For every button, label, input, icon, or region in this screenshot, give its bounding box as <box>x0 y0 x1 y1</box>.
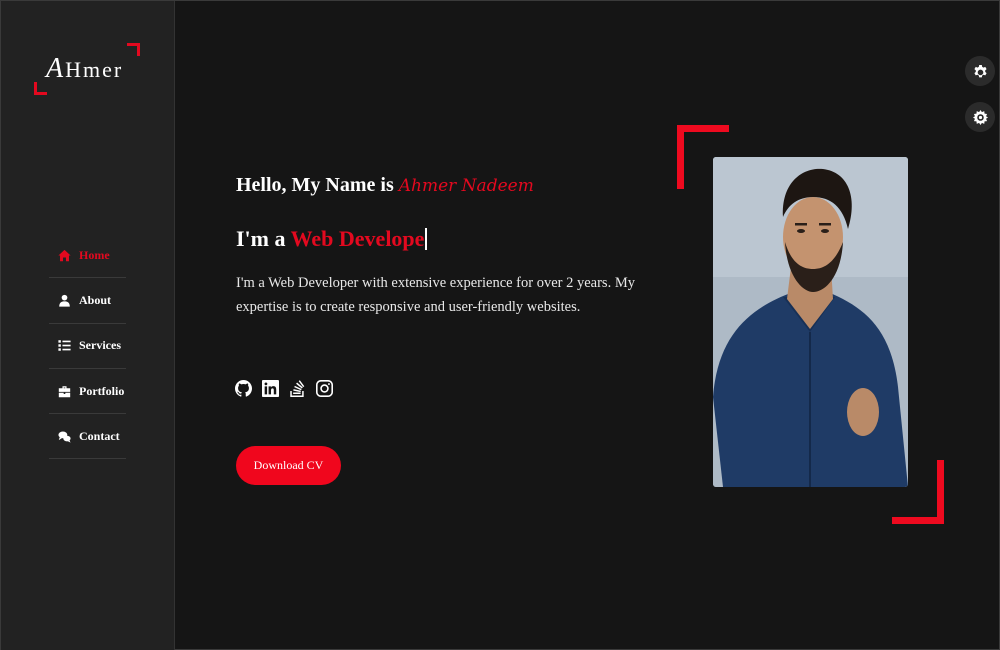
github-icon[interactable] <box>235 380 252 397</box>
nav-item-home[interactable]: Home <box>49 233 126 279</box>
list-icon <box>57 339 71 353</box>
nav-label-about: About <box>79 292 112 307</box>
nav-item-about[interactable]: About <box>49 278 126 324</box>
download-cv-button[interactable]: Download CV <box>236 446 341 485</box>
logo-corner-top-right <box>127 43 140 56</box>
logo-text: AHmer <box>46 53 124 84</box>
social-links <box>235 380 333 397</box>
logo[interactable]: AHmer <box>34 43 140 95</box>
nav-label-portfolio: Portfolio <box>79 383 125 398</box>
hero-name: Ahmer Nadeem <box>398 176 534 196</box>
instagram-icon[interactable] <box>316 380 333 397</box>
hero-role: I'm a Web Develope <box>236 226 428 252</box>
sidebar: AHmer Home About Services Portfolio Cont… <box>1 1 175 650</box>
settings-gear-icon[interactable] <box>965 56 995 86</box>
briefcase-icon <box>57 384 71 398</box>
stackoverflow-icon[interactable] <box>289 380 306 397</box>
hero-role-typed: Web Develope <box>290 226 425 251</box>
nav-label-contact: Contact <box>79 428 120 443</box>
nav-label-services: Services <box>79 338 121 353</box>
comments-icon <box>57 429 71 443</box>
home-icon <box>57 248 71 262</box>
nav-label-home: Home <box>79 247 110 262</box>
user-icon <box>57 293 71 307</box>
hero-bio: I'm a Web Developer with extensive exper… <box>236 275 635 315</box>
typing-cursor <box>425 228 428 250</box>
profile-photo <box>713 157 908 487</box>
hero-greeting: Hello, My Name is Ahmer Nadeem <box>236 174 534 196</box>
nav-item-portfolio[interactable]: Portfolio <box>49 369 126 415</box>
main-nav: Home About Services Portfolio Contact <box>49 233 126 460</box>
nav-item-contact[interactable]: Contact <box>49 414 126 460</box>
nav-item-services[interactable]: Services <box>49 324 126 369</box>
theme-gear-icon[interactable] <box>965 102 995 132</box>
linkedin-icon[interactable] <box>262 380 279 397</box>
